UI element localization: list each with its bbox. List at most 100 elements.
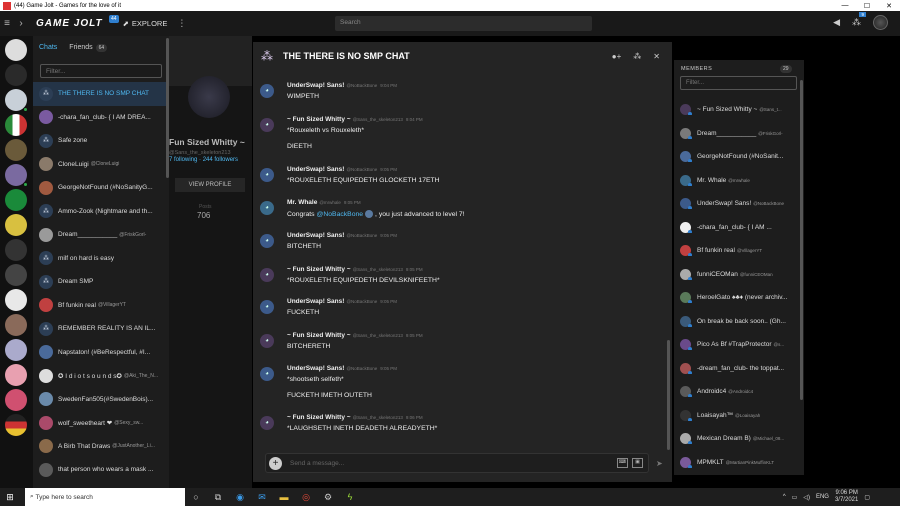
rail-item-community[interactable]: [5, 264, 27, 286]
user-avatar[interactable]: [873, 15, 888, 30]
message-avatar[interactable]: ◕: [260, 201, 274, 215]
members-filter-input[interactable]: Filter...: [680, 76, 797, 90]
close-chat-icon[interactable]: ✕: [653, 52, 660, 61]
member-item[interactable]: Pico As Bf #TrapProtector @s...: [680, 339, 798, 350]
member-item[interactable]: Loaisayah™ @Loaisayah: [680, 409, 798, 421]
rail-item-home[interactable]: [5, 39, 27, 61]
tab-chats[interactable]: Chats: [39, 44, 57, 51]
member-item[interactable]: -chara_fan_club- { I AM ...: [680, 221, 798, 233]
chat-list-item[interactable]: CloneLuigi @CloneLuigi: [33, 153, 169, 177]
following-count[interactable]: 7 following: [169, 157, 197, 163]
keyboard-icon[interactable]: ⌨: [617, 458, 628, 468]
chat-list-item[interactable]: ⁂ Dream SMP: [33, 270, 169, 294]
windows-start-icon[interactable]: ⊞: [3, 492, 17, 503]
task-view-icon[interactable]: ⧉: [207, 492, 229, 503]
message-input[interactable]: Send a message...: [290, 460, 344, 467]
edge-icon[interactable]: ◉: [229, 492, 251, 503]
message-avatar[interactable]: ◕: [260, 300, 274, 314]
chevron-up-icon[interactable]: ^: [783, 494, 786, 500]
message-avatar[interactable]: ◕: [260, 84, 274, 98]
tab-friends[interactable]: Friends 64: [69, 43, 108, 52]
file-explorer-icon[interactable]: ▬: [273, 492, 295, 502]
chat-list-item[interactable]: Napstaton! (#BeRespectful, #I...: [33, 341, 169, 365]
members-icon[interactable]: ⁂: [633, 52, 641, 61]
chat-list-item[interactable]: wolf_sweetheart ❤ @Sexy_sw...: [33, 411, 169, 435]
message-author[interactable]: UnderSwap! Sans!: [287, 298, 344, 305]
chrome-icon[interactable]: ◎: [295, 492, 317, 503]
chat-list-item[interactable]: Dream___________ @FriskGorl-: [33, 223, 169, 247]
volume-icon[interactable]: ◁): [803, 494, 810, 501]
message-author[interactable]: UnderSwap! Sans!: [287, 82, 344, 89]
rail-item-community[interactable]: [5, 89, 28, 112]
language-indicator[interactable]: ENG: [816, 494, 829, 500]
rail-item-community[interactable]: [5, 239, 27, 261]
megaphone-icon[interactable]: ◀: [833, 17, 840, 28]
menu-icon[interactable]: ≡: [0, 18, 14, 29]
chat-list-item[interactable]: ⁂ THE THERE IS NO SMP CHAT: [33, 82, 169, 106]
message-author[interactable]: ~ Fun Sized Whitty ~: [287, 414, 351, 421]
message-author[interactable]: UnderSwap! Sans!: [287, 365, 344, 372]
cortana-icon[interactable]: ○: [185, 492, 207, 502]
notifications-icon[interactable]: ▢: [864, 494, 870, 501]
message-author[interactable]: ~ Fun Sized Whitty ~: [287, 116, 351, 123]
member-item[interactable]: -dream_fan_club- the toppat...: [680, 362, 798, 374]
settings-icon[interactable]: ⚙: [317, 492, 339, 503]
rail-item-community[interactable]: [5, 214, 27, 236]
message-author[interactable]: ~ Fun Sized Whitty ~: [287, 266, 351, 273]
chat-list-item[interactable]: ✪ I d i o t s o u n d s✪ @Aki_The_N...: [33, 364, 169, 388]
member-item[interactable]: MPMKLT @MartianPinkMuffinKLT: [680, 456, 798, 468]
rail-item-community[interactable]: [5, 389, 27, 411]
friends-icon[interactable]: ⁂ 9: [852, 12, 866, 28]
rail-item-community[interactable]: [5, 164, 28, 187]
chat-list-item[interactable]: ⁂ Ammo-Zook (Nightmare and th...: [33, 200, 169, 224]
more-options-icon[interactable]: ⋮: [177, 18, 186, 29]
member-item[interactable]: Androidc4 @Androidc4: [680, 386, 798, 397]
rail-item-community[interactable]: [5, 114, 27, 136]
member-item[interactable]: Mexican Dream B) @Michael_08...: [680, 433, 798, 444]
chevron-right-icon[interactable]: ›: [14, 18, 28, 29]
rail-item-community[interactable]: [5, 314, 27, 336]
send-icon[interactable]: ➤: [656, 459, 663, 468]
clock[interactable]: 9:06 PM 3/7/2021: [835, 490, 858, 504]
maximize-button[interactable]: ☐: [856, 2, 878, 10]
minimize-button[interactable]: —: [834, 2, 856, 9]
emoji-icon[interactable]: ▣: [632, 458, 643, 468]
message-author[interactable]: ~ Fun Sized Whitty ~: [287, 332, 351, 339]
chat-list-item[interactable]: GeorgeNotFound (#NoSanityG...: [33, 176, 169, 200]
member-item[interactable]: ~ Fun Sized Whitty ~ @Sans_t...: [680, 104, 798, 115]
member-item[interactable]: UnderSwap! Sans! @NoBackBone: [680, 198, 798, 209]
rail-item-community[interactable]: [5, 289, 27, 311]
message-avatar[interactable]: ◕: [260, 234, 274, 248]
network-icon[interactable]: ▭: [792, 494, 798, 501]
chat-list-item[interactable]: ⁂ milf on hard is easy: [33, 247, 169, 271]
message-avatar[interactable]: ◕: [260, 416, 274, 430]
message-composer[interactable]: + Send a message... ⌨ ▣: [265, 453, 649, 473]
add-attachment-button[interactable]: +: [269, 457, 282, 470]
user-mention[interactable]: @NoBackBone: [316, 211, 363, 218]
gamejolt-taskbar-icon[interactable]: ϟ: [339, 492, 361, 502]
message-avatar[interactable]: ◕: [260, 268, 274, 282]
mail-icon[interactable]: ✉: [251, 492, 273, 503]
chat-list-item[interactable]: A Birb That Draws @JustAnother_Li...: [33, 435, 169, 459]
message-avatar[interactable]: ◕: [260, 168, 274, 182]
member-item[interactable]: Mr. Whale @mrwhale: [680, 174, 798, 186]
chat-list-item[interactable]: ⁂ REMEMBER REALITY IS AN IL...: [33, 317, 169, 341]
rail-item-community[interactable]: [5, 339, 27, 361]
chat-scrollbar[interactable]: [667, 340, 670, 450]
chat-filter-input[interactable]: Filter...: [40, 64, 162, 78]
message-avatar[interactable]: ◕: [260, 118, 274, 132]
add-member-icon[interactable]: ●+: [612, 52, 622, 61]
message-author[interactable]: UnderSwap! Sans!: [287, 166, 344, 173]
member-item[interactable]: Dream___________ @FriskGorl-: [680, 127, 798, 139]
view-profile-button[interactable]: VIEW PROFILE: [175, 178, 245, 192]
explore-link[interactable]: ⬈ EXPLORE: [123, 19, 168, 28]
message-avatar[interactable]: ◕: [260, 334, 274, 348]
member-item[interactable]: Bf funkin real @VillagerYT: [680, 245, 798, 256]
member-item[interactable]: HeroelGato ♠♣♦ (never archiv...: [680, 292, 798, 303]
rail-item-community[interactable]: [5, 139, 27, 161]
chat-list-item[interactable]: that person who wears a mask ...: [33, 458, 169, 482]
chat-list-item[interactable]: -chara_fan_club- { I AM DREA...: [33, 106, 169, 130]
followers-count[interactable]: 244 followers: [203, 157, 238, 163]
search-input[interactable]: Search: [335, 16, 592, 31]
message-author[interactable]: UnderSwap! Sans!: [287, 232, 344, 239]
